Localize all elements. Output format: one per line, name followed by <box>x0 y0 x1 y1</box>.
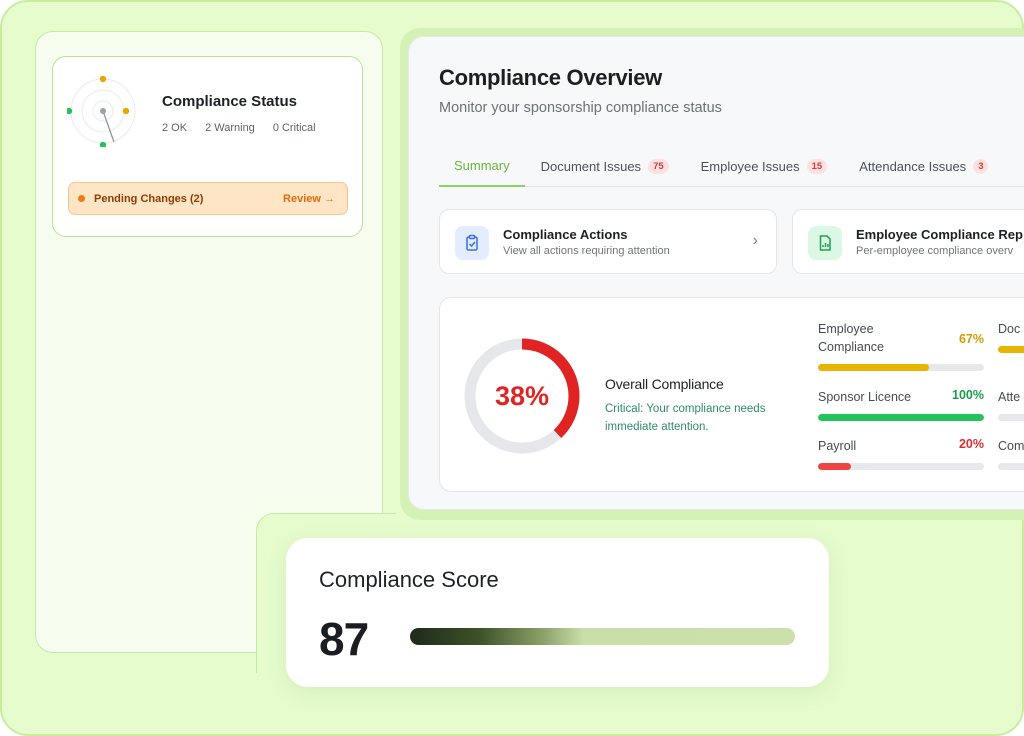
metric-label: Employee Compliance <box>818 322 885 354</box>
chevron-right-icon: › <box>752 232 758 249</box>
status-counts: 2 OK 2 Warning 0 Critical <box>162 122 316 134</box>
status-title: Compliance Status <box>162 93 298 110</box>
compliance-overview-panel: Compliance Overview Monitor your sponsor… <box>408 36 1024 510</box>
metric-payroll: Payroll 20% <box>818 437 984 470</box>
count-badge: 15 <box>806 158 828 174</box>
overall-title: Overall Compliance <box>605 376 724 392</box>
tab-employee-issues[interactable]: Employee Issues 15 <box>685 145 844 187</box>
employee-compliance-report-card[interactable]: Employee Compliance Rep Per-employee com… <box>792 209 1024 274</box>
pending-label: Pending Changes (2) <box>94 192 204 205</box>
metric-bar <box>818 463 984 470</box>
metric-bar-stub <box>998 463 1024 470</box>
metric-sponsor-licence: Sponsor Licence 100% <box>818 388 984 421</box>
score-title: Compliance Score <box>319 567 499 592</box>
overall-compliance-panel: 38% Overall Compliance Critical: Your co… <box>439 297 1024 492</box>
metric-bar <box>818 364 984 371</box>
tab-bar: Summary Document Issues 75 Employee Issu… <box>439 145 1024 187</box>
review-link[interactable]: Review → <box>283 193 335 205</box>
metric-label-cut: Atte <box>998 390 1021 404</box>
count-badge: 75 <box>648 158 669 174</box>
compliance-status-card: Compliance Status 2 OK 2 Warning 0 Criti… <box>52 56 363 237</box>
count-badge: 3 <box>973 158 989 174</box>
pending-changes-banner[interactable]: Pending Changes (2) Review → <box>68 182 348 215</box>
overall-note: Critical: Your compliance needs immediat… <box>605 403 766 433</box>
metric-bar-stub <box>998 414 1024 421</box>
score-value: 87 <box>319 613 369 665</box>
metric-label-cut: Doc <box>998 322 1021 336</box>
critical-count: 0 Critical <box>272 122 316 134</box>
metric-percent: 100% <box>952 388 984 402</box>
tab-attendance-issues[interactable]: Attendance Issues 3 <box>843 145 1004 187</box>
tab-document-issues[interactable]: Document Issues 75 <box>525 145 685 187</box>
metric-bar-fill <box>818 463 852 470</box>
score-gradient-bar <box>410 628 795 645</box>
metric-label-cut: Com <box>998 439 1024 453</box>
page-subtitle: Monitor your sponsorship compliance stat… <box>439 100 722 116</box>
action-subtitle: View all actions requiring attention <box>503 245 670 257</box>
tab-label: Document Issues <box>540 158 642 174</box>
overall-percent: 38% <box>495 381 549 411</box>
compliance-score-card: Compliance Score 87 <box>286 538 829 687</box>
report-chart-icon <box>808 226 842 260</box>
metric-bar-stub <box>998 346 1024 353</box>
metric-percent: 20% <box>958 437 984 451</box>
page-title: Compliance Overview <box>439 65 662 90</box>
metric-bar <box>818 414 984 421</box>
ok-count: 2 OK <box>162 122 188 134</box>
metric-bar-fill <box>818 364 930 371</box>
warning-count: 2 Warning <box>205 122 255 134</box>
action-title: Compliance Actions <box>503 227 628 242</box>
tab-label: Summary <box>454 157 510 173</box>
action-subtitle: Per-employee compliance overv <box>856 245 1014 257</box>
pending-dot-icon <box>78 195 85 202</box>
tab-summary[interactable]: Summary <box>439 145 525 187</box>
tab-label: Employee Issues <box>700 158 800 174</box>
action-title: Employee Compliance Rep <box>856 227 1023 242</box>
clipboard-check-icon <box>455 226 489 260</box>
radar-gauge-icon <box>67 75 136 147</box>
metric-employee-compliance: Employee Compliance 67% <box>818 320 984 375</box>
overall-compliance-ring: 38% <box>464 338 580 454</box>
tab-label: Attendance Issues <box>859 158 967 174</box>
compliance-actions-card[interactable]: Compliance Actions View all actions requ… <box>439 209 777 274</box>
metric-bar-fill <box>818 414 984 421</box>
metric-percent: 67% <box>958 332 984 346</box>
